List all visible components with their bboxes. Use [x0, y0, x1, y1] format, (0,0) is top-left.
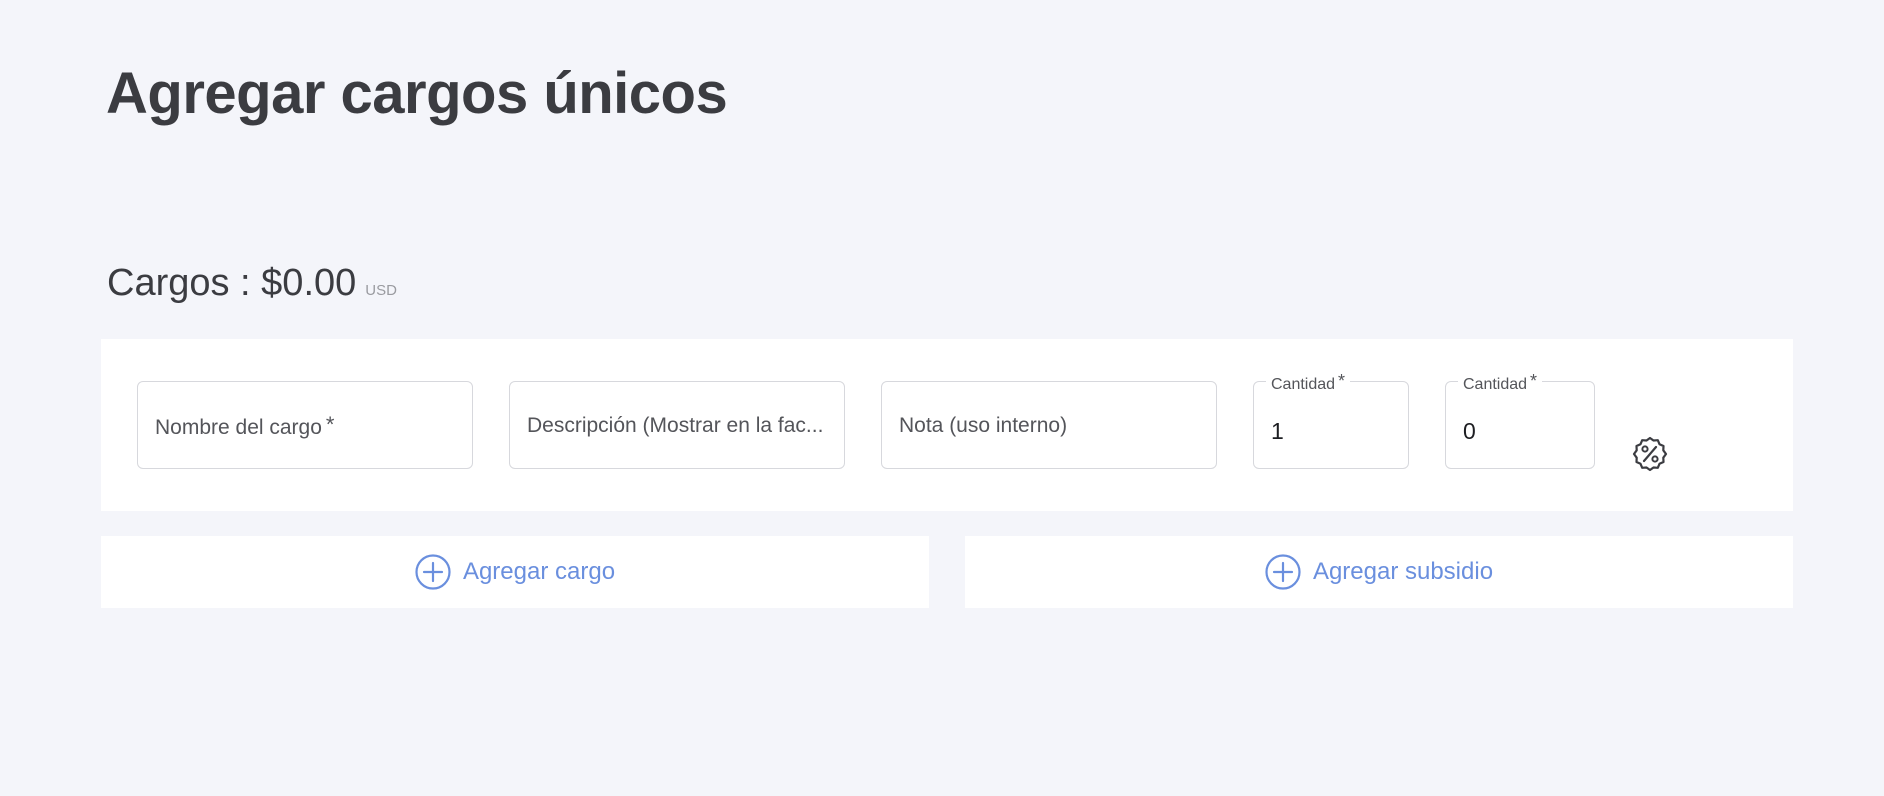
quantity-field[interactable]: Cantidad * 1	[1253, 371, 1409, 469]
page-title: Agregar cargos únicos	[106, 61, 728, 126]
add-subsidy-label: Agregar subsidio	[1312, 558, 1494, 585]
add-charge-button[interactable]: Agregar cargo	[101, 536, 929, 608]
percent-badge-icon	[1632, 436, 1668, 472]
charge-description-field[interactable]: Descripción (Mostrar en la fac...	[509, 381, 845, 469]
required-mark: *	[1530, 371, 1538, 391]
discount-button[interactable]	[1631, 435, 1669, 473]
currency-code: USD	[365, 282, 397, 299]
charges-total: Cargos : $0.00 USD	[107, 262, 397, 305]
charge-row-card: Nombre del cargo * Descripción (Mostrar e…	[101, 339, 1793, 511]
required-mark: *	[1338, 371, 1346, 391]
charge-name-field[interactable]: Nombre del cargo *	[137, 381, 473, 469]
plus-circle-icon	[415, 554, 451, 590]
add-charge-label: Agregar cargo	[462, 558, 616, 585]
required-mark: *	[325, 412, 335, 437]
quantity-label: Cantidad *	[1266, 371, 1351, 394]
charge-note-field[interactable]: Nota (uso interno)	[881, 381, 1217, 469]
quantity-value: 1	[1271, 418, 1284, 444]
plus-circle-icon	[1265, 554, 1301, 590]
amount-field[interactable]: Cantidad * 0	[1445, 371, 1595, 469]
add-subsidy-button[interactable]: Agregar subsidio	[965, 536, 1793, 608]
charge-description-placeholder: Descripción (Mostrar en la fac...	[527, 414, 824, 437]
amount-label: Cantidad *	[1458, 371, 1543, 394]
amount-value: 0	[1463, 418, 1476, 444]
charge-name-placeholder: Nombre del cargo *	[155, 412, 335, 439]
charge-note-placeholder: Nota (uso interno)	[899, 414, 1068, 437]
charges-total-amount: Cargos : $0.00	[107, 262, 357, 304]
